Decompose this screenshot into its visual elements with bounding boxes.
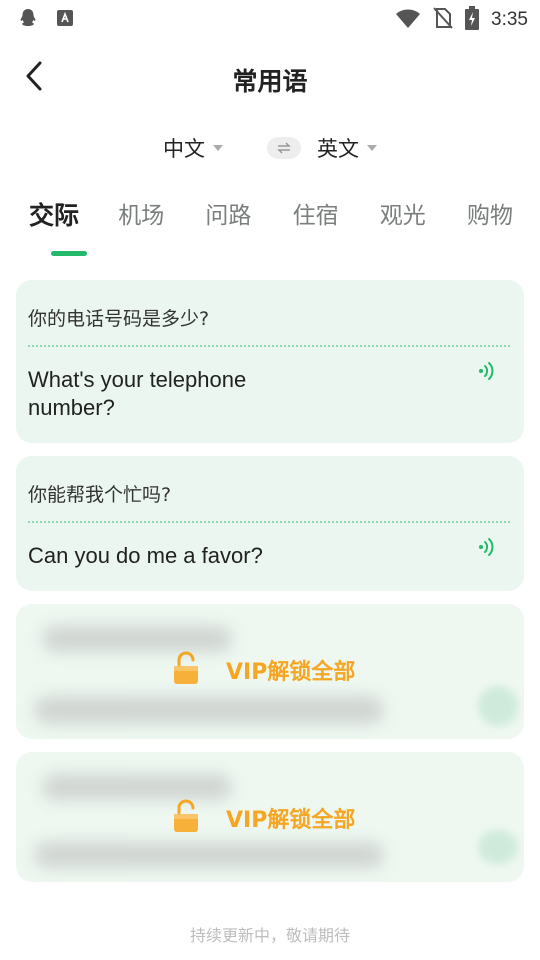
source-language-label: 中文 <box>163 137 205 161</box>
tab-accommodation[interactable]: 住宿 <box>284 196 348 260</box>
target-language-label: 英文 <box>317 137 359 161</box>
blurred-text <box>42 626 232 652</box>
phrase-english: What's your telephone number? <box>28 367 247 420</box>
vip-unlock-label: VIP解锁全部 <box>226 808 356 833</box>
header: 常用语 <box>0 52 540 104</box>
no-sim-icon <box>433 7 453 33</box>
locked-phrase-card[interactable]: VIP解锁全部 <box>16 752 524 882</box>
caret-down-icon <box>367 145 377 151</box>
dotted-divider <box>28 345 510 347</box>
dotted-divider <box>28 521 510 523</box>
source-language-select[interactable]: 中文 <box>163 133 223 163</box>
blurred-speaker <box>478 830 518 864</box>
blurred-speaker <box>478 686 518 726</box>
caret-down-icon <box>213 145 223 151</box>
tab-sightseeing[interactable]: 观光 <box>371 196 435 260</box>
tab-directions[interactable]: 问路 <box>196 196 260 260</box>
tab-shopping[interactable]: 购物 <box>458 196 522 260</box>
language-switch: 中文 英文 <box>0 130 540 166</box>
page-title: 常用语 <box>232 67 308 96</box>
vip-unlock-button[interactable]: VIP解锁全部 <box>172 650 392 690</box>
phrase-chinese: 你的电话号码是多少? <box>28 308 210 330</box>
speaker-icon[interactable] <box>476 360 498 382</box>
swap-languages-button[interactable] <box>267 137 301 159</box>
vip-unlock-button[interactable]: VIP解锁全部 <box>172 798 392 838</box>
tab-airport[interactable]: 机场 <box>109 196 173 260</box>
target-language-select[interactable]: 英文 <box>317 133 377 163</box>
phrase-card[interactable]: 你能帮我个忙吗? Can you do me a favor? <box>16 456 524 591</box>
lock-icon <box>172 651 200 689</box>
app-store-icon <box>56 9 74 31</box>
blurred-text <box>34 696 384 724</box>
wifi-icon <box>395 7 421 33</box>
blurred-text <box>34 842 384 868</box>
phrase-chinese: 你能帮我个忙吗? <box>28 484 172 506</box>
blurred-text <box>42 774 232 800</box>
lock-icon <box>172 799 200 837</box>
vip-unlock-label: VIP解锁全部 <box>226 660 356 685</box>
swap-arrows-icon <box>276 139 292 158</box>
battery-charging-icon <box>465 6 480 34</box>
status-time: 3:35 <box>491 9 528 30</box>
locked-phrase-card[interactable]: VIP解锁全部 <box>16 604 524 739</box>
phrase-card[interactable]: 你的电话号码是多少? What's your telephone number? <box>16 280 524 443</box>
qq-icon <box>18 8 38 32</box>
phrase-english: Can you do me a favor? <box>28 543 263 568</box>
footer-note: 持续更新中，敬请期待 <box>189 926 350 945</box>
tab-active-indicator <box>51 251 87 256</box>
category-tabs: 交际 机场 问路 住宿 观光 购物 <box>22 196 522 260</box>
speaker-icon[interactable] <box>476 536 498 558</box>
status-bar: 3:35 <box>0 0 540 36</box>
